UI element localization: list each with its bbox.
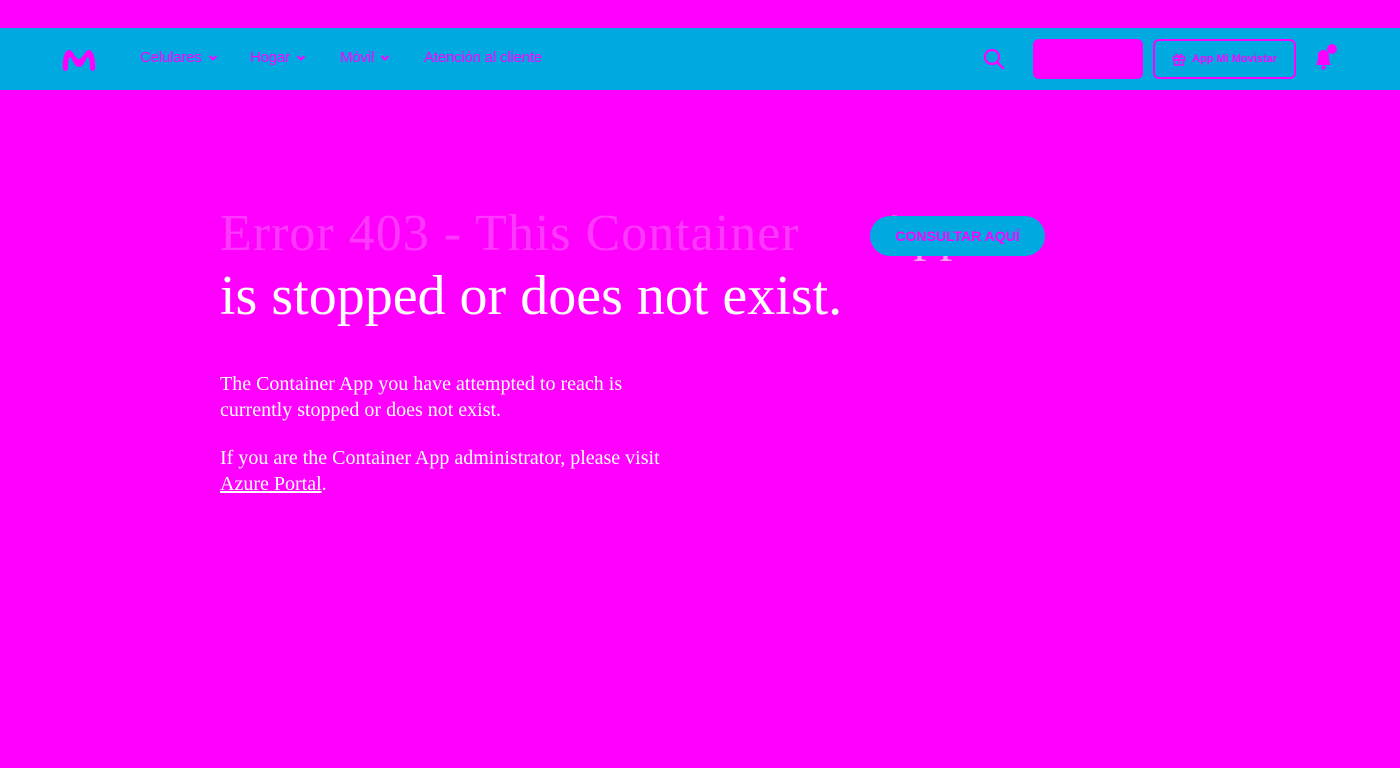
admin-instructions-text: If you are the Container App administrat…	[220, 447, 660, 469]
page-title: is stopped or does not exist.	[220, 265, 843, 327]
nav-item-celulares[interactable]: Celulares	[140, 49, 218, 66]
movistar-logo-icon[interactable]	[60, 45, 98, 73]
chevron-down-icon	[208, 54, 217, 61]
nav-item-label: Hogar	[250, 49, 290, 66]
nav-item-label: Celulares	[140, 49, 202, 66]
nav-item-movil[interactable]: Móvil	[340, 49, 390, 66]
error-description: The Container App you have attempted to …	[220, 373, 623, 421]
consultar-aqui-button[interactable]: CONSULTAR AQUÍ	[870, 216, 1045, 256]
admin-instructions: If you are the Container App administrat…	[220, 445, 690, 497]
nav-item-label: Atención al cliente	[424, 49, 542, 66]
headline-ghost: Error 403 - This Container	[220, 205, 800, 262]
app-mi-movistar-button[interactable]: App Mi Movistar	[1153, 39, 1296, 79]
chevron-down-icon	[296, 54, 306, 61]
nav-item-label: Móvil	[340, 49, 375, 66]
bell-icon[interactable]	[1312, 44, 1338, 72]
app-button-label: App Mi Movistar	[1192, 53, 1277, 65]
primary-cta-button[interactable]	[1033, 39, 1143, 79]
top-strip	[0, 0, 1400, 28]
admin-instructions-suffix: .	[321, 473, 327, 495]
page: Celulares Hogar Móvil Atención al client…	[0, 0, 1400, 768]
search-icon[interactable]	[982, 47, 1006, 71]
azure-portal-link[interactable]: Azure Portal	[220, 473, 322, 495]
gift-icon	[1172, 53, 1186, 66]
nav-item-atencion[interactable]: Atención al cliente	[424, 49, 542, 66]
navbar: Celulares Hogar Móvil Atención al client…	[0, 28, 1400, 90]
chevron-down-icon	[380, 54, 390, 61]
nav-item-hogar[interactable]: Hogar	[250, 49, 306, 66]
